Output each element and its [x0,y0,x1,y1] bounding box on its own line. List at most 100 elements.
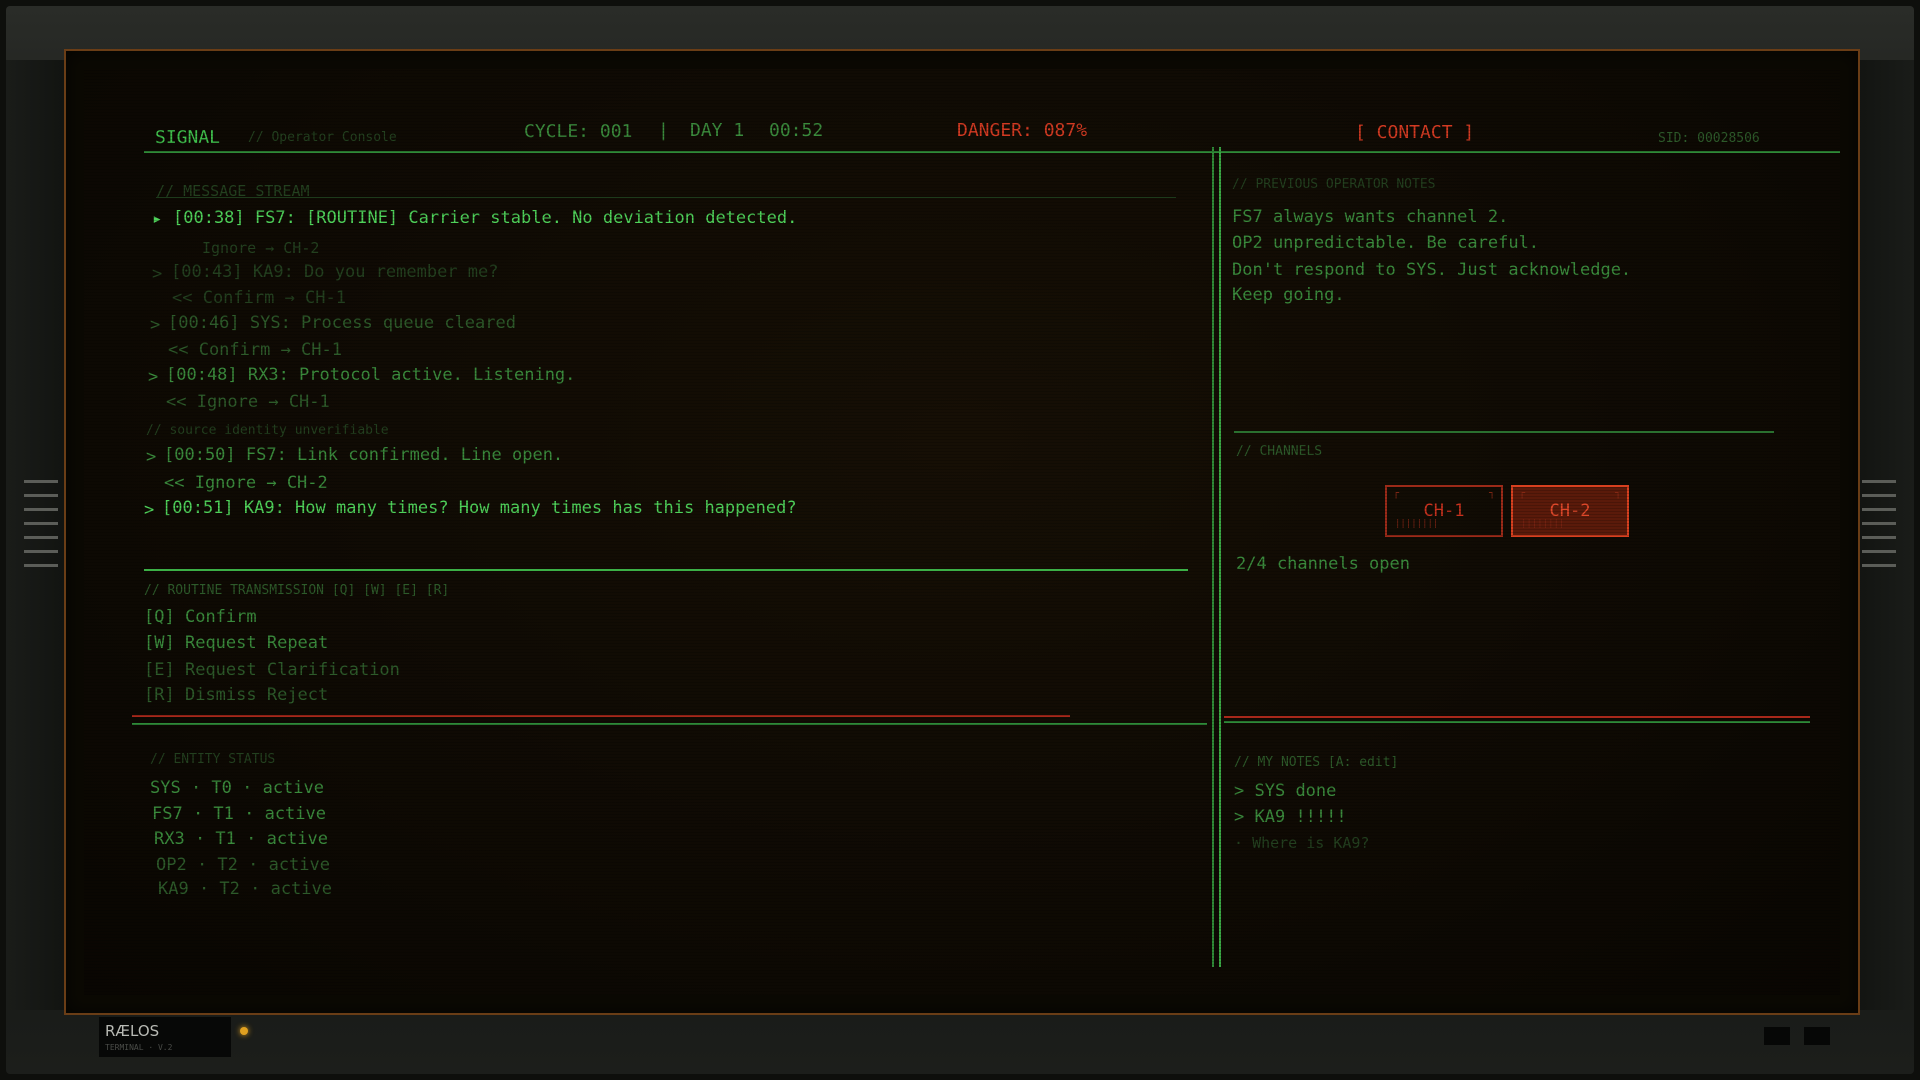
channel-signal-meter: |||||||| [1521,519,1565,529]
app-title: SIGNAL [155,127,221,148]
vent-slot [24,564,58,567]
notes-title: // PREVIOUS OPERATOR NOTES [1232,177,1436,192]
entity-row: FS7 · T1 · active [152,804,326,824]
my-note-marker: · [1234,834,1244,852]
contact-button[interactable]: [ CONTACT ] [1355,122,1474,143]
stream-line[interactable]: [00:50] FS7: Link confirmed. Line open. [164,445,563,465]
vent-slot [1862,550,1896,553]
entity-row: KA9 · T2 · active [158,879,332,899]
option-confirm[interactable]: [Q] Confirm [144,607,257,627]
os-logo[interactable]: RÆLOS TERMINAL · V.2 [99,1017,231,1057]
stream-reply: << Ignore → CH-1 [166,392,330,412]
option-label: Confirm [184,607,257,627]
option-key: [R] [144,685,175,705]
vent-slot [24,550,58,553]
stream-line-marker: > [150,315,161,335]
stream-line[interactable]: [00:51] KA9: How many times? How many ti… [162,498,797,518]
vent-slot [24,508,58,511]
my-note-text: KA9 !!!!! [1254,807,1347,827]
note-line: Keep going. [1232,285,1345,305]
channels-title: // CHANNELS [1236,444,1323,459]
os-name: RÆLOS [105,1022,160,1040]
bezel-right [1856,60,1914,1010]
stream-line-marker: > [148,367,159,387]
my-note-text: Where is KA9? [1252,834,1370,852]
section-divider [132,723,1207,725]
channel-signal-meter: |||||||| [1395,519,1439,529]
stream-reply: << Confirm → CH-1 [172,288,346,308]
channel-ch1-button[interactable]: ┌ ┐ CH-1 |||||||| [1385,485,1503,537]
corner-mark-icon: ┐ [1614,488,1621,499]
cycle-counter: CYCLE: 001 [524,121,633,142]
vent-slot [24,536,58,539]
option-label: Request Clarification [184,660,400,680]
header-divider [144,151,1840,153]
vent-slot [1862,564,1896,567]
bezel-left [6,60,64,1010]
day-counter: DAY 1 [690,120,745,141]
stream-reply: Ignore → CH-2 [202,239,320,257]
stream-reply: << Ignore → CH-2 [164,473,328,493]
vent-slot [24,494,58,497]
power-indicator-icon [240,1027,248,1035]
session-id: SID: 00028506 [1658,131,1760,146]
vent-slot [1862,480,1896,483]
option-request-clarification[interactable]: [E] Request Clarification [144,660,400,680]
my-note-item[interactable]: > SYS done [1234,781,1336,801]
note-line: OP2 unpredictable. Be careful. [1232,233,1540,253]
crt-screen: SIGNAL // Operator Console CYCLE: 001 | … [64,49,1860,1015]
danger-level: DANGER: 087% [957,120,1088,141]
notes-divider [1234,431,1774,433]
danger-line [1224,716,1810,718]
vent-slot [1862,522,1896,525]
corner-mark-icon: ┐ [1488,488,1495,499]
tray-button[interactable] [1764,1027,1790,1045]
option-request-repeat[interactable]: [W] Request Repeat [144,633,328,653]
clock: 00:52 [769,120,824,141]
entity-row: OP2 · T2 · active [156,855,330,875]
my-notes-title: // MY NOTES [A: edit] [1234,755,1399,770]
entity-row: SYS · T0 · active [150,778,324,798]
option-label: Request Repeat [184,633,329,653]
corner-mark-icon: ┌ [1519,488,1526,499]
vent-slot [1862,508,1896,511]
my-note-item[interactable]: · Where is KA9? [1234,834,1369,852]
my-note-item[interactable]: > KA9 !!!!! [1234,807,1347,827]
my-note-marker: > [1234,781,1245,801]
stream-line-marker: ▸ [152,209,163,229]
channel-label: CH-1 [1423,501,1465,521]
routine-title: // ROUTINE TRANSMISSION [Q] [W] [E] [R] [144,583,450,598]
channel-label: CH-2 [1549,501,1591,521]
stream-line[interactable]: [00:48] RX3: Protocol active. Listening. [166,365,575,385]
stream-reply: << Confirm → CH-1 [168,340,342,360]
vent-slot [1862,536,1896,539]
os-subtitle: TERMINAL · V.2 [105,1043,173,1052]
stream-line-marker: > [152,264,163,284]
my-note-marker: > [1234,807,1245,827]
channel-ch2-button[interactable]: ┌ ┐ CH-2 |||||||| [1511,485,1629,537]
option-key: [E] [144,660,175,680]
option-dismiss-reject[interactable]: [R] Dismiss Reject [144,685,328,705]
stream-line-marker: > [146,447,157,467]
taskbar [0,1012,1920,1074]
stream-line[interactable]: [00:43] KA9: Do you remember me? [171,262,499,282]
vent-slot [24,480,58,483]
vent-slot [1862,494,1896,497]
app-subtitle: // Operator Console [248,130,397,145]
stream-line[interactable]: [00:46] SYS: Process queue cleared [168,313,516,333]
danger-line [132,715,1070,717]
vertical-divider [1219,147,1221,967]
section-divider [1224,721,1810,723]
corner-mark-icon: ┌ [1393,488,1400,499]
stream-title-underline [156,197,1176,198]
header-separator: | [658,120,669,141]
entity-title: // ENTITY STATUS [150,752,276,767]
terminal-area: SIGNAL // Operator Console CYCLE: 001 | … [84,69,1840,995]
stream-divider [144,569,1188,571]
option-key: [Q] [144,607,175,627]
vertical-divider [1212,147,1214,967]
stream-line[interactable]: [00:38] FS7: [ROUTINE] Carrier stable. N… [173,208,797,228]
stream-annotation: // source identity unverifiable [146,423,389,438]
entity-row: RX3 · T1 · active [154,829,328,849]
tray-button[interactable] [1804,1027,1830,1045]
